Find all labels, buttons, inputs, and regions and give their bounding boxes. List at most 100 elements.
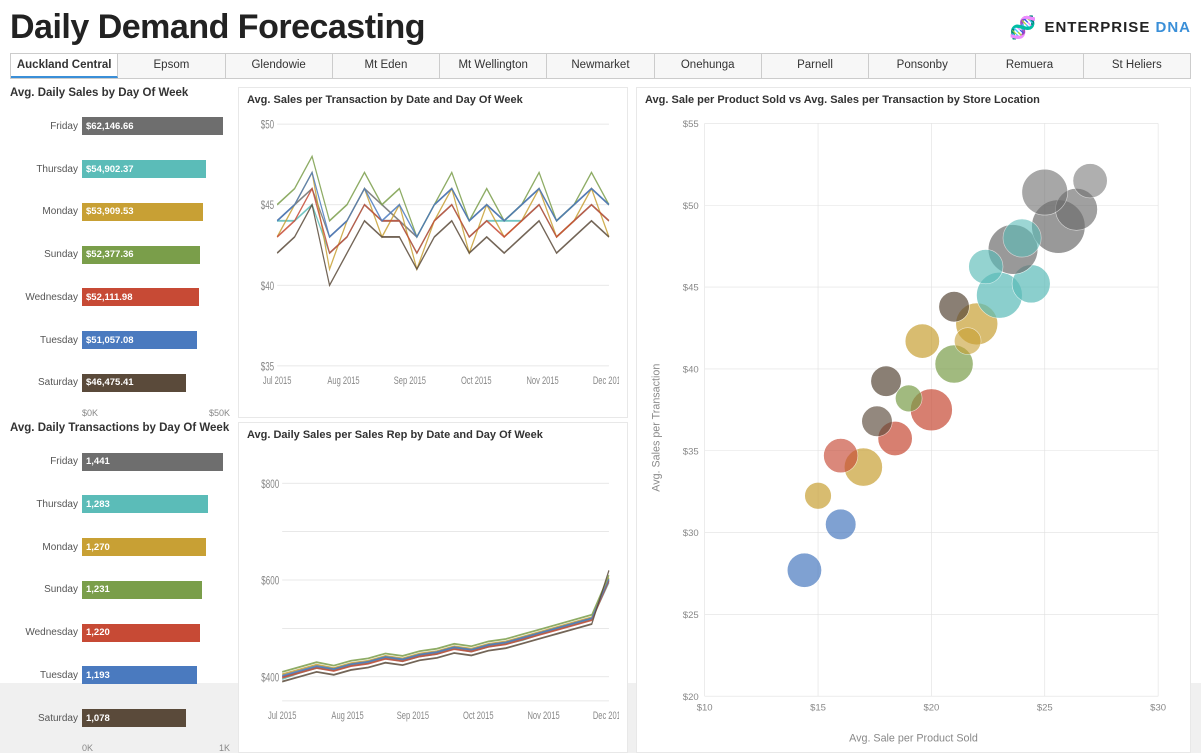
avg-daily-transactions-bars: Friday 1,441 Thursday 1,283 Monday 1,270… [10, 438, 230, 741]
bar-label: Monday [10, 206, 78, 217]
bar-row: Friday 1,441 [10, 451, 230, 473]
sales-axis-start: $0K [82, 408, 98, 418]
sales-axis-labels: $0K $50K [10, 408, 230, 418]
svg-text:$30: $30 [683, 528, 699, 539]
logo-icon: 🧬 [1009, 15, 1036, 41]
svg-text:$10: $10 [697, 703, 713, 714]
tab-newmarket[interactable]: Newmarket [547, 54, 654, 78]
svg-text:Sep 2015: Sep 2015 [394, 375, 426, 388]
avg-sales-transaction-title: Avg. Sales per Transaction by Date and D… [247, 94, 619, 106]
bar-fill: 1,231 [82, 581, 202, 599]
tabs-bar: Auckland CentralEpsomGlendowieMt EdenMt … [10, 53, 1191, 79]
avg-daily-transactions-title: Avg. Daily Transactions by Day Of Week [10, 422, 230, 434]
svg-text:$40: $40 [683, 364, 699, 375]
bar-fill: 1,220 [82, 624, 200, 642]
bar-label: Saturday [10, 377, 78, 388]
left-column: Avg. Daily Sales by Day Of Week Friday $… [10, 87, 230, 753]
bar-row: Monday $53,909.53 [10, 201, 230, 223]
avg-daily-sales-bars: Friday $62,146.66 Thursday $54,902.37 Mo… [10, 103, 230, 406]
trans-axis-start: 0K [82, 743, 93, 753]
bar-outer: 1,441 [82, 453, 230, 471]
trans-axis-end: 1K [219, 743, 230, 753]
bar-fill: 1,193 [82, 666, 197, 684]
bar-fill: $53,909.53 [82, 203, 203, 221]
bar-label: Thursday [10, 164, 78, 175]
avg-daily-sales-rep-svg: $400$600$800Jul 2015Aug 2015Sep 2015Oct … [247, 444, 619, 746]
bar-label: Tuesday [10, 335, 78, 346]
svg-text:Dec 2015: Dec 2015 [593, 710, 619, 723]
bar-label: Sunday [10, 249, 78, 260]
tab-mt-wellington[interactable]: Mt Wellington [440, 54, 547, 78]
bar-outer: $46,475.41 [82, 374, 230, 392]
svg-text:Avg. Sale per Product Sold: Avg. Sale per Product Sold [849, 733, 978, 745]
tab-glendowie[interactable]: Glendowie [226, 54, 333, 78]
bar-row: Sunday $52,377.36 [10, 244, 230, 266]
svg-text:$20: $20 [923, 703, 939, 714]
svg-text:$35: $35 [683, 446, 699, 457]
bar-row: Monday 1,270 [10, 536, 230, 558]
bar-label: Tuesday [10, 670, 78, 681]
bar-outer: 1,231 [82, 581, 230, 599]
svg-text:$50: $50 [683, 201, 699, 212]
svg-text:$25: $25 [683, 610, 699, 621]
scatter-svg: $20$25$30$35$40$45$50$55$10$15$20$25$30A… [645, 109, 1182, 746]
avg-daily-transactions-chart: Avg. Daily Transactions by Day Of Week F… [10, 422, 230, 753]
bar-outer: 1,193 [82, 666, 230, 684]
page-title: Daily Demand Forecasting [10, 8, 425, 47]
svg-text:$40: $40 [261, 280, 275, 293]
svg-text:$35: $35 [261, 361, 275, 374]
bar-row: Tuesday $51,057.08 [10, 329, 230, 351]
bar-label: Friday [10, 121, 78, 132]
trans-axis-labels: 0K 1K [10, 743, 230, 753]
bar-row: Saturday 1,078 [10, 707, 230, 729]
bar-outer: $52,377.36 [82, 246, 230, 264]
svg-text:Jul 2015: Jul 2015 [263, 375, 291, 388]
svg-text:$30: $30 [1150, 703, 1166, 714]
avg-daily-sales-title: Avg. Daily Sales by Day Of Week [10, 87, 230, 99]
avg-daily-sales-rep-title: Avg. Daily Sales per Sales Rep by Date a… [247, 429, 619, 441]
avg-daily-sales-chart: Avg. Daily Sales by Day Of Week Friday $… [10, 87, 230, 418]
bar-label: Saturday [10, 713, 78, 724]
svg-text:$45: $45 [683, 283, 699, 294]
bar-outer: 1,270 [82, 538, 230, 556]
svg-text:Aug 2015: Aug 2015 [327, 375, 359, 388]
avg-sales-transaction-svg: $35$40$45$50Jul 2015Aug 2015Sep 2015Oct … [247, 109, 619, 411]
tab-epsom[interactable]: Epsom [118, 54, 225, 78]
scatter-title: Avg. Sale per Product Sold vs Avg. Sales… [645, 94, 1182, 106]
tab-onehunga[interactable]: Onehunga [655, 54, 762, 78]
bar-outer: $51,057.08 [82, 331, 230, 349]
tab-mt-eden[interactable]: Mt Eden [333, 54, 440, 78]
svg-text:Dec 2015: Dec 2015 [593, 375, 619, 388]
content-area: Avg. Daily Sales by Day Of Week Friday $… [10, 87, 1191, 753]
bar-label: Sunday [10, 584, 78, 595]
logo-area: 🧬 ENTERPRISE DNA [1009, 15, 1191, 41]
sales-axis-end: $50K [209, 408, 230, 418]
svg-text:Nov 2015: Nov 2015 [527, 710, 559, 723]
tab-parnell[interactable]: Parnell [762, 54, 869, 78]
bar-fill: $62,146.66 [82, 117, 223, 135]
avg-sales-transaction-area: $35$40$45$50Jul 2015Aug 2015Sep 2015Oct … [247, 109, 619, 411]
svg-text:$50: $50 [261, 119, 275, 132]
bar-outer: 1,283 [82, 495, 230, 513]
tab-ponsonby[interactable]: Ponsonby [869, 54, 976, 78]
scatter-chart-section: Avg. Sale per Product Sold vs Avg. Sales… [636, 87, 1191, 753]
svg-text:$400: $400 [261, 672, 279, 685]
bar-row: Saturday $46,475.41 [10, 372, 230, 394]
svg-text:Jul 2015: Jul 2015 [268, 710, 296, 723]
bar-row: Wednesday $52,111.98 [10, 286, 230, 308]
svg-text:$800: $800 [261, 479, 279, 492]
bar-outer: $53,909.53 [82, 203, 230, 221]
tab-remuera[interactable]: Remuera [976, 54, 1083, 78]
bar-outer: 1,078 [82, 709, 230, 727]
bar-outer: $62,146.66 [82, 117, 230, 135]
avg-sales-transaction-chart: Avg. Sales per Transaction by Date and D… [238, 87, 628, 418]
bar-label: Wednesday [10, 627, 78, 638]
svg-text:$600: $600 [261, 575, 279, 588]
bar-fill: $52,111.98 [82, 288, 199, 306]
svg-text:$15: $15 [810, 703, 826, 714]
avg-daily-sales-rep-area: $400$600$800Jul 2015Aug 2015Sep 2015Oct … [247, 444, 619, 746]
avg-daily-sales-rep-chart: Avg. Daily Sales per Sales Rep by Date a… [238, 422, 628, 753]
tab-st-heliers[interactable]: St Heliers [1084, 54, 1190, 78]
bar-row: Thursday 1,283 [10, 493, 230, 515]
tab-auckland-central[interactable]: Auckland Central [11, 54, 118, 78]
